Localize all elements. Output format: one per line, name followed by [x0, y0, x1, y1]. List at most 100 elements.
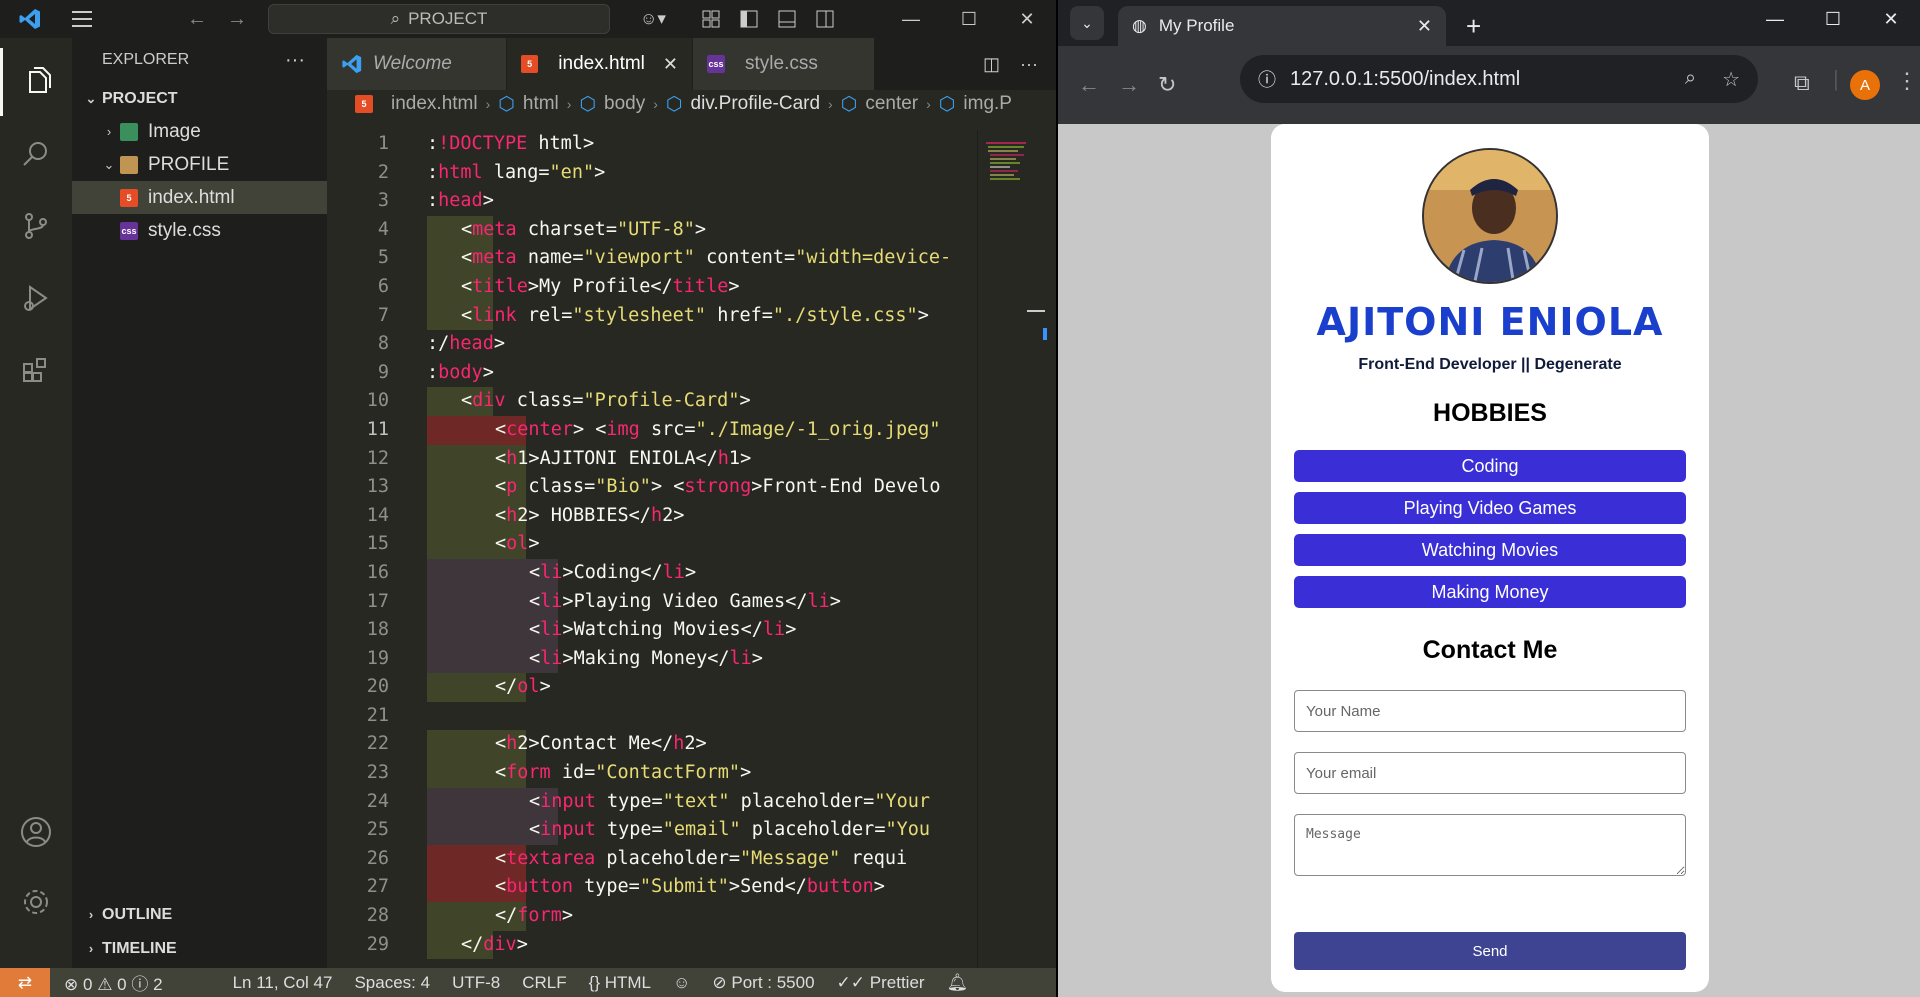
send-button[interactable]: Send: [1294, 932, 1686, 970]
breadcrumb-item[interactable]: index.html: [391, 93, 478, 115]
code-line[interactable]: 25 <input type="email" placeholder="You: [327, 816, 977, 845]
back-arrow-icon[interactable]: ←: [1078, 72, 1100, 98]
code-line[interactable]: 9:body>: [327, 359, 977, 388]
code-line[interactable]: 16 <li>Coding</li>: [327, 558, 977, 588]
code-line[interactable]: 11 <center> <img src="./Image/-1_orig.jpe…: [327, 415, 977, 445]
maximize-icon[interactable]: ☐: [1804, 0, 1862, 38]
code-line[interactable]: 26 <textarea placeholder="Message" requi: [327, 844, 977, 874]
code-line[interactable]: 8:/head>: [327, 330, 977, 359]
toggle-secondary-sidebar-icon[interactable]: [811, 0, 839, 38]
code-line[interactable]: 4 <meta charset="UTF-8">: [327, 215, 977, 245]
close-tab-icon[interactable]: ✕: [1417, 16, 1432, 37]
prettier-status[interactable]: ✓✓ Prettier: [837, 973, 925, 993]
minimap[interactable]: [977, 130, 1047, 968]
forward-arrow-icon[interactable]: →: [222, 0, 252, 38]
tree-item-profile-folder[interactable]: ⌄ PROFILE: [72, 148, 327, 181]
minimize-icon[interactable]: —: [1746, 0, 1804, 38]
code-line[interactable]: 22 <h2>Contact Me</h2>: [327, 730, 977, 760]
kebab-menu-icon[interactable]: ⋮: [1896, 68, 1918, 94]
close-tab-icon[interactable]: ✕: [663, 54, 678, 75]
live-server-port[interactable]: ⊘ Port : 5500: [712, 973, 814, 993]
code-line[interactable]: 13 <p class="Bio"> <strong>Front-End Deve…: [327, 473, 977, 502]
code-line[interactable]: 27 <button type="Submit">Send</button>: [327, 873, 977, 903]
settings-gear-icon[interactable]: [0, 868, 72, 936]
site-info-icon[interactable]: ⓘ: [1258, 66, 1276, 92]
customize-layout-icon[interactable]: [697, 0, 725, 38]
toggle-panel-icon[interactable]: [773, 0, 801, 38]
profile-avatar[interactable]: A: [1850, 70, 1880, 100]
email-input[interactable]: [1294, 752, 1686, 794]
code-line[interactable]: 18 <li>Watching Movies</li>: [327, 616, 977, 645]
minimize-icon[interactable]: —: [882, 0, 940, 38]
code-line[interactable]: 20 </ol>: [327, 673, 977, 702]
split-editor-icon[interactable]: ◫: [983, 54, 1000, 75]
back-arrow-icon[interactable]: ←: [182, 0, 212, 38]
reload-icon[interactable]: ↻: [1158, 72, 1176, 98]
tree-item-index-html[interactable]: 5 index.html: [72, 181, 327, 214]
timeline-section-header[interactable]: › TIMELINE: [72, 932, 177, 965]
explorer-icon[interactable]: [0, 48, 72, 116]
name-input[interactable]: [1294, 690, 1686, 732]
breadcrumb-item[interactable]: body: [604, 93, 645, 115]
tab-style-css[interactable]: css style.css: [693, 38, 875, 90]
close-icon[interactable]: ✕: [1862, 0, 1920, 38]
menu-icon[interactable]: [64, 0, 100, 38]
copilot-status-icon[interactable]: ☺: [673, 973, 690, 993]
problems-indicator[interactable]: ⊗ 0 ⚠ 0 ⓘ 2: [64, 970, 163, 995]
zoom-icon[interactable]: ⌕: [1685, 67, 1696, 92]
breadcrumb-item[interactable]: div.Profile-Card: [691, 93, 821, 115]
end-of-line[interactable]: CRLF: [522, 973, 566, 993]
code-editor[interactable]: 1:!DOCTYPE html> 2:html lang="en"> 3:head>…: [327, 130, 977, 968]
more-actions-icon[interactable]: ···: [1020, 54, 1038, 75]
address-bar[interactable]: ⓘ 127.0.0.1:5500/index.html ⌕ ☆: [1240, 55, 1758, 103]
code-line[interactable]: 5 <meta name="viewport" content="width=de…: [327, 244, 977, 273]
message-textarea[interactable]: [1294, 814, 1686, 876]
extensions-puzzle-icon[interactable]: ⧉: [1794, 70, 1810, 96]
breadcrumb-item[interactable]: center: [865, 93, 918, 115]
more-actions-icon[interactable]: ···: [285, 49, 305, 72]
toggle-sidebar-icon[interactable]: [735, 0, 763, 38]
source-control-icon[interactable]: [0, 192, 72, 260]
code-line[interactable]: 1:!DOCTYPE html>: [327, 130, 977, 159]
indentation[interactable]: Spaces: 4: [354, 973, 430, 993]
code-line[interactable]: 2:html lang="en">: [327, 159, 977, 188]
code-line[interactable]: 17 <li>Playing Video Games</li>: [327, 587, 977, 617]
extensions-icon[interactable]: [0, 336, 72, 404]
new-tab-plus-icon[interactable]: +: [1466, 6, 1481, 46]
code-line[interactable]: 12 <h1>AJITONI ENIOLA</h1>: [327, 444, 977, 474]
tab-welcome[interactable]: Welcome: [327, 38, 507, 90]
outline-section-header[interactable]: › OUTLINE: [72, 898, 172, 931]
bookmark-star-icon[interactable]: ☆: [1722, 67, 1740, 92]
search-icon[interactable]: [0, 120, 72, 188]
close-icon[interactable]: ✕: [998, 0, 1056, 38]
code-line[interactable]: 14 <h2> HOBBIES</h2>: [327, 501, 977, 531]
tree-item-image-folder[interactable]: › Image: [72, 115, 327, 148]
run-debug-icon[interactable]: [0, 264, 72, 332]
tree-item-style-css[interactable]: css style.css: [72, 214, 327, 247]
cursor-position[interactable]: Ln 11, Col 47: [233, 973, 333, 993]
tab-search-chevron-icon[interactable]: ⌄: [1070, 6, 1104, 40]
notifications-bell-icon[interactable]: 🔔︎: [947, 973, 969, 993]
breadcrumb-item[interactable]: img.P: [963, 93, 1012, 115]
encoding[interactable]: UTF-8: [452, 973, 500, 993]
maximize-icon[interactable]: ☐: [940, 0, 998, 38]
code-line[interactable]: 7 <link rel="stylesheet" href="./style.cs…: [327, 301, 977, 331]
code-line[interactable]: 23 <form id="ContactForm">: [327, 759, 977, 788]
code-line[interactable]: 29 </div>: [327, 930, 977, 960]
code-line[interactable]: 3:head>: [327, 187, 977, 216]
code-line[interactable]: 15 <ol>: [327, 530, 977, 559]
copilot-icon[interactable]: ☺▾: [628, 0, 678, 38]
forward-arrow-icon[interactable]: →: [1118, 72, 1140, 98]
breadcrumb-item[interactable]: html: [523, 93, 559, 115]
code-line[interactable]: 28 </form>: [327, 902, 977, 931]
code-line[interactable]: 10 <div class="Profile-Card">: [327, 387, 977, 416]
tab-index-html[interactable]: 5 index.html ✕: [507, 38, 693, 90]
language-mode[interactable]: {} HTML: [589, 973, 651, 993]
code-line[interactable]: 21: [327, 702, 977, 731]
browser-tab-my-profile[interactable]: ◍ My Profile ✕: [1118, 6, 1446, 46]
accounts-icon[interactable]: [0, 798, 72, 866]
remote-indicator-icon[interactable]: ⇄: [0, 968, 50, 997]
code-line[interactable]: 6 <title>My Profile</title>: [327, 272, 977, 302]
code-line[interactable]: 24 <input type="text" placeholder="Your: [327, 787, 977, 817]
command-center-search[interactable]: ⌕ PROJECT: [268, 4, 610, 34]
